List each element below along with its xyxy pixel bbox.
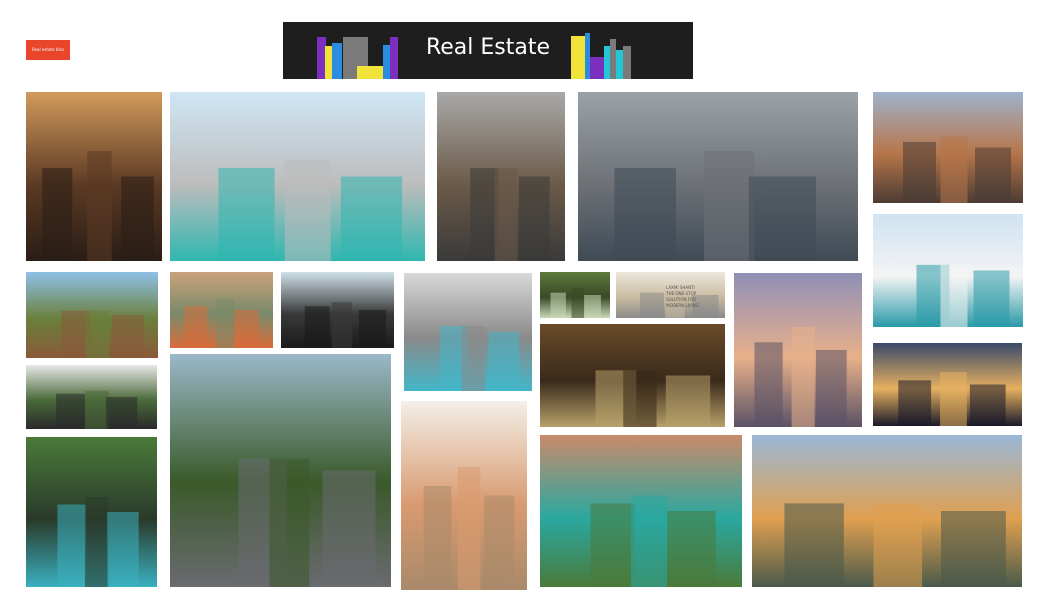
tile-image	[170, 92, 425, 261]
tile-treehouse-pool[interactable]	[26, 437, 157, 587]
tile-forest-path[interactable]	[540, 272, 610, 318]
tile-modern-house-pool[interactable]	[404, 273, 532, 391]
tile-window-bath-skyline[interactable]	[734, 273, 862, 427]
banner-bar	[623, 46, 631, 79]
tile-apartment-brochure[interactable]: LAXMI SHANTI THE ONE-STOP SOLUTION FOR M…	[616, 272, 725, 318]
tile-image	[404, 273, 532, 391]
tile-coastal-village[interactable]	[540, 435, 742, 587]
brochure-caption: LAXMI SHANTI THE ONE-STOP SOLUTION FOR M…	[666, 285, 699, 309]
tile-office-towers[interactable]	[873, 92, 1023, 203]
tile-terrace-seaview[interactable]	[281, 272, 394, 348]
tile-image	[540, 324, 725, 427]
tile-image	[437, 92, 565, 261]
brochure-caption-line: LAXMI SHANTI	[666, 284, 695, 290]
brochure-caption-line: MODERN LIVING	[666, 302, 699, 308]
tile-dining-room-sunset[interactable]	[26, 92, 162, 261]
tile-image	[578, 92, 858, 261]
category-button[interactable]: Real estate tiles	[26, 40, 70, 60]
tile-glass-villa-dusk[interactable]	[873, 214, 1023, 327]
tile-image	[873, 92, 1023, 203]
brochure-caption-line: SOLUTION FOR	[666, 296, 697, 302]
banner-title: Real Estate	[425, 35, 551, 60]
tile-gabled-house-night[interactable]	[752, 435, 1022, 587]
tile-image	[170, 272, 273, 348]
tile-tropical-cabin[interactable]	[26, 272, 158, 358]
tile-image	[170, 354, 391, 587]
tile-image	[26, 365, 157, 429]
tile-image	[540, 435, 742, 587]
tile-image	[540, 272, 610, 318]
tile-image	[26, 437, 157, 587]
tile-image	[873, 343, 1022, 426]
tile-city-highrises[interactable]	[578, 92, 858, 261]
tile-image	[26, 272, 158, 358]
tile-aerial-neighborhood[interactable]	[170, 272, 273, 348]
tile-image	[734, 273, 862, 427]
tile-modern-living-room[interactable]	[437, 92, 565, 261]
brochure-caption-line: THE ONE-STOP	[666, 290, 697, 296]
tile-glass-house-interior[interactable]	[26, 365, 157, 429]
tile-image	[873, 214, 1023, 327]
banner-bar	[571, 36, 585, 79]
tile-pool-villa[interactable]	[170, 92, 425, 261]
tile-image	[281, 272, 394, 348]
tile-wooden-pavilion[interactable]	[540, 324, 725, 427]
tile-image	[26, 92, 162, 261]
banner: Real Estate	[283, 22, 693, 79]
tile-house-night-lights[interactable]	[873, 343, 1022, 426]
tile-white-gable-lounge[interactable]	[401, 401, 527, 590]
tile-image	[401, 401, 527, 590]
tile-aerial-central-park[interactable]	[170, 354, 391, 587]
tile-image	[752, 435, 1022, 587]
